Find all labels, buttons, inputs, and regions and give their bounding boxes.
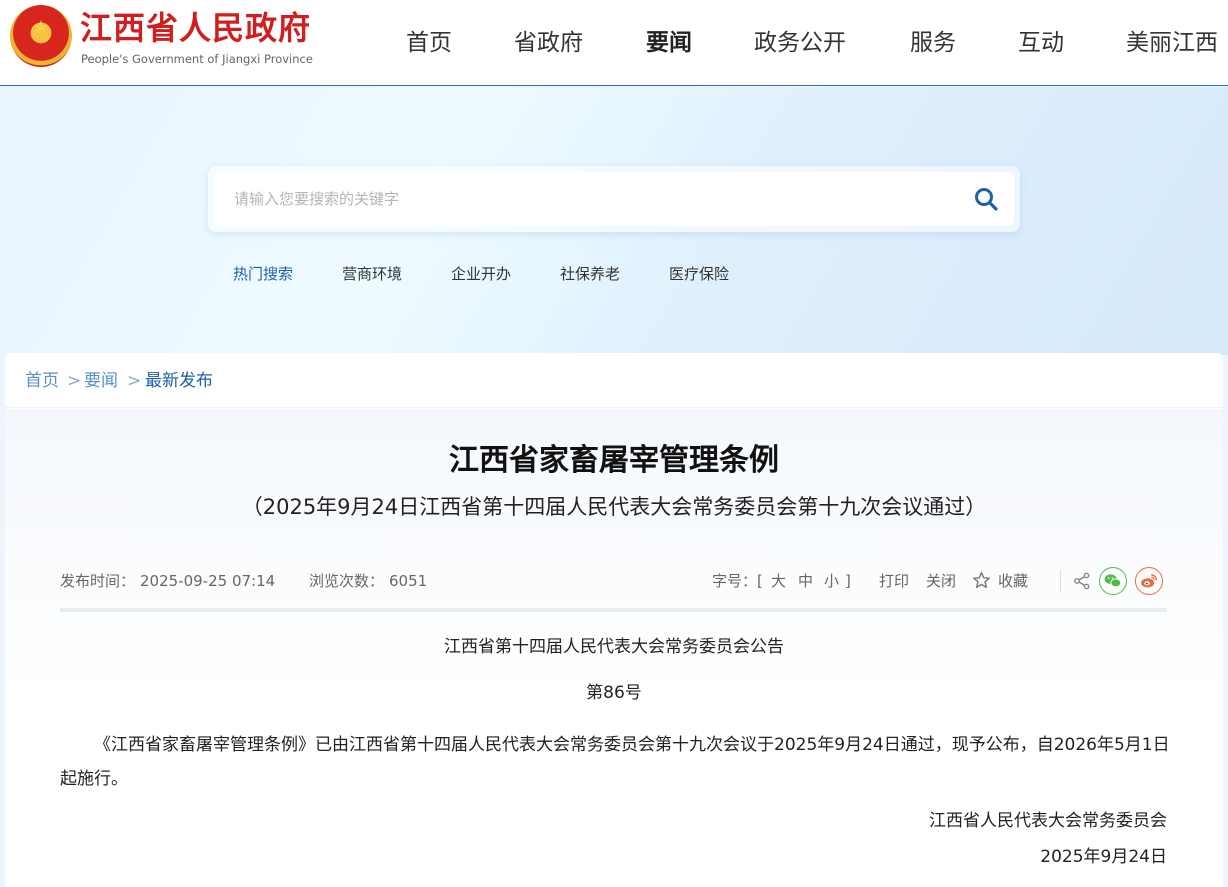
weibo-icon[interactable] — [1135, 567, 1163, 595]
font-size-small[interactable]: 小 — [824, 571, 839, 591]
nav-government-affairs[interactable]: 政务公开 — [754, 28, 846, 58]
nav-beautiful-jiangxi[interactable]: 美丽江西 — [1126, 28, 1218, 58]
views-count: 6051 — [389, 572, 428, 590]
hot-search-item[interactable]: 医疗保险 — [669, 264, 729, 284]
hot-search-item[interactable]: 营商环境 — [342, 264, 402, 284]
publish-time-label: 发布时间： — [60, 572, 136, 590]
views-label: 浏览次数： — [309, 572, 385, 590]
meta-divider-line — [60, 608, 1167, 612]
hot-search-label: 热门搜索 — [233, 265, 294, 283]
nav-interaction[interactable]: 互动 — [1018, 28, 1064, 58]
breadcrumb-separator: > — [127, 371, 142, 391]
nav-services[interactable]: 服务 — [910, 28, 956, 58]
announcement-number: 第86号 — [586, 683, 642, 703]
site-subtitle: People's Government of Jiangxi Province — [81, 52, 313, 66]
site-title[interactable]: 江西省人民政府 — [80, 10, 311, 46]
font-size-label: 字号：[ — [712, 572, 763, 590]
article-paragraph: 《江西省家畜屠宰管理条例》已由江西省第十四届人民代表大会常务委员会第十九次会议于… — [60, 735, 1170, 789]
search-input[interactable] — [214, 172, 1014, 226]
nav-home[interactable]: 首页 — [406, 28, 452, 58]
search-icon[interactable] — [972, 185, 1000, 213]
hot-search-item[interactable]: 企业开办 — [451, 264, 511, 284]
close-button[interactable]: 关闭 — [926, 571, 956, 591]
favorite-button[interactable]: 收藏 — [998, 571, 1028, 591]
nav-provincial-government[interactable]: 省政府 — [514, 28, 583, 58]
breadcrumb-separator: > — [67, 371, 82, 391]
wechat-icon[interactable] — [1099, 567, 1127, 595]
print-button[interactable]: 打印 — [879, 571, 909, 591]
article-signature: 江西省人民代表大会常务委员会 — [929, 811, 1167, 831]
breadcrumb-news[interactable]: 要闻 — [84, 370, 118, 392]
font-size-bracket: ] — [845, 572, 851, 590]
font-size-large[interactable]: 大 — [771, 571, 786, 591]
nav-news[interactable]: 要闻 — [646, 28, 692, 58]
share-icon[interactable] — [1073, 572, 1091, 590]
national-emblem-icon[interactable]: ★ — [10, 5, 72, 67]
article-date: 2025年9月24日 — [1040, 847, 1167, 867]
article-subtitle: （2025年9月24日江西省第十四届人民代表大会常务委员会第十九次会议通过） — [241, 495, 987, 519]
breadcrumb-current[interactable]: 最新发布 — [145, 370, 213, 392]
publish-time: 2025-09-25 07:14 — [140, 572, 276, 590]
star-icon[interactable] — [972, 571, 991, 590]
breadcrumb-home[interactable]: 首页 — [25, 370, 59, 392]
font-size-medium[interactable]: 中 — [798, 571, 813, 591]
hot-search-item[interactable]: 社保养老 — [560, 264, 620, 284]
divider — [1060, 570, 1061, 592]
announcement-heading: 江西省第十四届人民代表大会常务委员会公告 — [444, 637, 784, 657]
article-title: 江西省家畜屠宰管理条例 — [449, 443, 779, 478]
